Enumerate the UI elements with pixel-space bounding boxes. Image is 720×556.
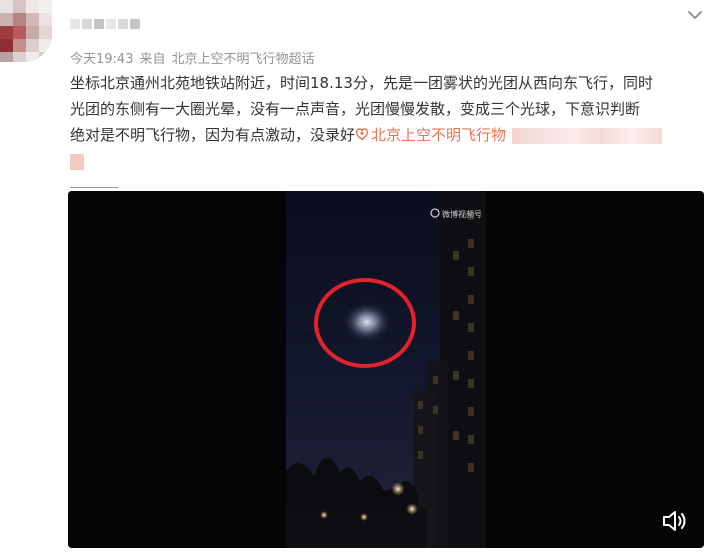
post-text-line-3: 绝对是不明飞行物，因为有点激动，没录好 (70, 126, 356, 144)
speaker-icon[interactable] (660, 508, 688, 534)
weibo-post: 今天19:43 来自 北京上空不明飞行物超话 坐标北京通州北苑地铁站附近，时间18.… (0, 0, 720, 556)
street-light (406, 503, 418, 515)
post-text-line-2: 光团的东侧有一大圈光晕，没有一点声音，光团慢慢发散，变成三个光球，下意识判断 (70, 100, 641, 118)
street-light (320, 511, 328, 519)
redacted-text-2 (70, 153, 84, 170)
post-content: 坐标北京通州北苑地铁站附近，时间18.13分，先是一团雾状的光团从西向东飞行，同… (70, 70, 710, 174)
super-topic-link[interactable]: 北京上空不明飞行物 (355, 126, 506, 144)
username-redacted[interactable] (70, 14, 140, 34)
source-prefix: 来自 (139, 52, 166, 67)
post-text-line-4-row (70, 148, 710, 174)
watermark-text: 微博视频号 (442, 209, 482, 219)
post-text-line-1: 坐标北京通州北苑地铁站附近，时间18.13分，先是一团雾状的光团从西向东飞行，同… (70, 74, 653, 92)
chevron-down-icon[interactable] (684, 4, 706, 26)
street-light (360, 513, 368, 521)
post-text-line-3-row: 绝对是不明飞行物，因为有点激动，没录好 北京上空不明飞行物 (70, 122, 710, 148)
street-light (391, 482, 405, 496)
divider (70, 187, 118, 188)
super-topic-icon (355, 128, 369, 141)
post-meta: 今天19:43 来自 北京上空不明飞行物超话 (70, 48, 321, 67)
video-player[interactable]: 微博视频号 (68, 191, 704, 548)
avatar[interactable] (0, 0, 52, 62)
video-frame: 微博视频号 (68, 191, 704, 548)
redacted-text (512, 127, 663, 144)
post-time[interactable]: 今天19:43 (70, 52, 133, 67)
super-topic-label[interactable]: 北京上空不明飞行物 (371, 126, 506, 144)
source-link[interactable]: 北京上空不明飞行物超话 (171, 52, 314, 67)
glowing-object (343, 302, 391, 342)
